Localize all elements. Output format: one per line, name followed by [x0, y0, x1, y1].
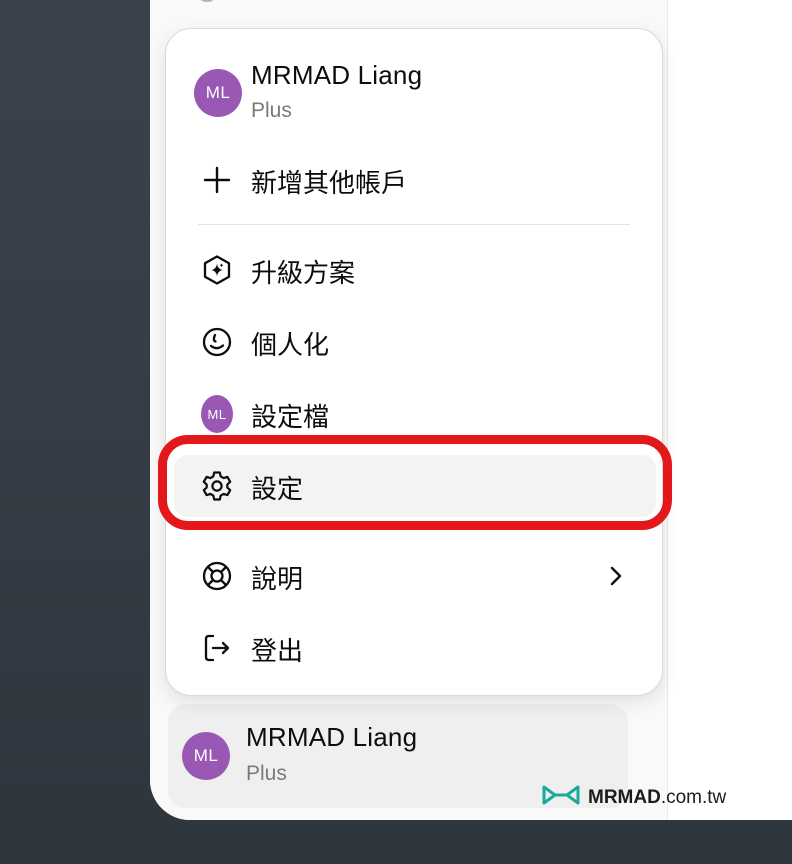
gear-icon: [201, 470, 233, 502]
menu-divider: [198, 224, 630, 225]
account-name: MRMAD Liang: [251, 60, 423, 90]
mrmad-logo-icon: [542, 784, 580, 811]
avatar: ML: [201, 395, 233, 433]
menu-item-label: 升級方案: [251, 259, 356, 289]
sidebar-account-name: MRMAD Liang: [246, 722, 418, 752]
sidebar-account-plan: Plus: [246, 762, 287, 785]
menu-item-label: 登出: [251, 637, 304, 667]
plus-icon: [201, 164, 233, 196]
menu-item-help[interactable]: 說明: [174, 545, 656, 607]
menu-item-label: 個人化: [251, 331, 330, 361]
personalize-icon: [201, 326, 233, 358]
account-plan: Plus: [251, 99, 292, 122]
menu-item-add-account[interactable]: 新增其他帳戶: [174, 149, 656, 211]
profile-avatar: ML: [201, 395, 233, 433]
watermark-text: MRMAD.com.tw: [588, 786, 727, 808]
avatar: ML: [194, 69, 242, 117]
menu-item-label: 設定檔: [251, 403, 330, 433]
logout-icon: [201, 632, 233, 664]
watermark: MRMAD.com.tw: [542, 784, 726, 811]
menu-item-logout[interactable]: 登出: [174, 617, 656, 679]
avatar: ML: [182, 732, 230, 780]
menu-item-label: 設定: [251, 475, 304, 505]
menu-item-label: 說明: [251, 565, 304, 595]
menu-item-profile[interactable]: ML 設定檔: [174, 383, 656, 445]
account-menu: ML MRMAD Liang Plus 新增其他帳戶 升級方案 個人化 ML 設…: [165, 28, 663, 696]
menu-item-settings[interactable]: 設定: [174, 455, 656, 517]
chevron-right-icon: [604, 564, 628, 588]
lifebuoy-icon: [201, 560, 233, 592]
sparkle-hexagon-icon: [201, 254, 233, 286]
sidebar-scroll-hint-icon: [198, 0, 216, 2]
menu-item-personalize[interactable]: 個人化: [174, 311, 656, 373]
menu-item-label: 新增其他帳戶: [251, 169, 408, 199]
menu-item-upgrade[interactable]: 升級方案: [174, 239, 656, 301]
